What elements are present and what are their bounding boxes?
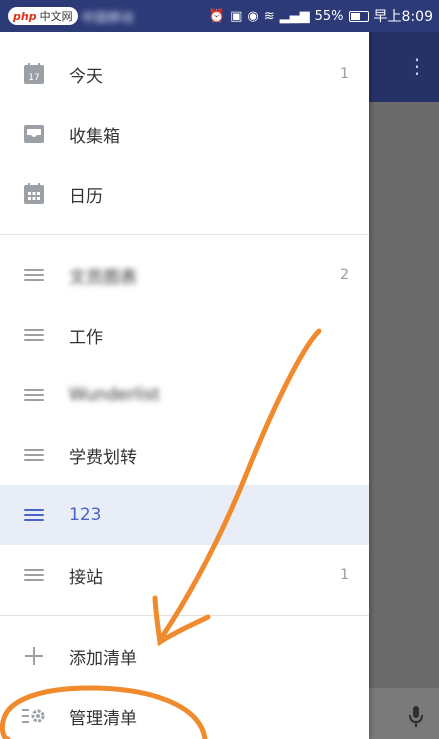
eye-icon: ◉ bbox=[247, 8, 259, 24]
status-bar: php 中文网 中国移动 ⏰ ▣ ◉ ≋ ▂▄▆ 55% 早上8:09 bbox=[0, 0, 439, 32]
add-list-label: 添加清单 bbox=[69, 648, 137, 669]
status-right: ⏰ ▣ ◉ ≋ ▂▄▆ 55% 早上8:09 bbox=[209, 6, 433, 26]
list-item-label: 学费划转 bbox=[69, 447, 137, 468]
drawer-item-label: 日历 bbox=[69, 186, 103, 207]
overflow-menu-icon[interactable]: ⋮ bbox=[407, 56, 427, 76]
list-lines-icon bbox=[22, 263, 46, 287]
inbox-icon bbox=[22, 122, 46, 146]
item-count: 1 bbox=[340, 567, 349, 583]
hd-icon: ▣ bbox=[230, 8, 243, 24]
clock: 早上8:09 bbox=[373, 9, 433, 25]
alarm-icon: ⏰ bbox=[208, 8, 226, 24]
drawer-item-label: 今天 bbox=[69, 66, 103, 87]
item-count: 1 bbox=[340, 66, 349, 82]
drawer-item-label: 收集箱 bbox=[69, 126, 120, 147]
divider bbox=[0, 234, 369, 235]
list-item-pickup[interactable]: 接站 1 bbox=[0, 545, 369, 605]
carrier-name: 中国移动 bbox=[81, 10, 134, 26]
drawer-item-inbox[interactable]: 收集箱 bbox=[0, 104, 369, 164]
manage-list-icon bbox=[22, 704, 46, 728]
wifi-icon: ≋ bbox=[263, 8, 275, 24]
watermark-php: php bbox=[13, 9, 37, 23]
divider bbox=[0, 615, 369, 616]
add-list-button[interactable]: 添加清单 bbox=[0, 626, 369, 686]
drawer-item-calendar[interactable]: 日历 bbox=[0, 164, 369, 224]
battery-icon bbox=[348, 10, 369, 22]
status-left: php 中文网 中国移动 bbox=[8, 7, 134, 26]
list-lines-icon bbox=[22, 323, 46, 347]
plus-icon bbox=[22, 644, 46, 668]
screen: php 中文网 中国移动 ⏰ ▣ ◉ ≋ ▂▄▆ 55% 早上8:09 ⋮ 17… bbox=[0, 0, 439, 739]
list-item-label: 接站 bbox=[69, 567, 103, 588]
input-bar bbox=[369, 688, 439, 739]
item-count: 2 bbox=[340, 267, 349, 283]
watermark-cn: 中文网 bbox=[39, 10, 73, 23]
list-item-label: Wunderlist bbox=[69, 385, 160, 405]
list-lines-icon bbox=[22, 503, 46, 527]
drawer-item-today[interactable]: 17 今天 1 bbox=[0, 44, 369, 104]
calendar-17-icon: 17 bbox=[22, 62, 46, 86]
battery-percent: 55% bbox=[314, 8, 344, 24]
manage-lists-button[interactable]: 管理清单 bbox=[0, 686, 369, 739]
list-lines-icon bbox=[22, 443, 46, 467]
svg-text:17: 17 bbox=[28, 73, 39, 83]
list-item-label: 文员图表 bbox=[69, 267, 137, 288]
list-item-tuition[interactable]: 学费划转 bbox=[0, 425, 369, 485]
microphone-icon[interactable] bbox=[409, 706, 423, 728]
calendar-grid-icon bbox=[22, 182, 46, 206]
signal-icon: ▂▄▆ bbox=[279, 8, 310, 24]
site-watermark: php 中文网 bbox=[8, 7, 78, 25]
list-item-123[interactable]: 123 bbox=[0, 485, 369, 545]
list-item-label: 123 bbox=[69, 505, 102, 525]
navigation-drawer: 17 今天 1 收集箱 日历 文员图表 2 工作 Wunderlist 学费划转… bbox=[0, 32, 369, 739]
list-item-wunderlist[interactable]: Wunderlist bbox=[0, 365, 369, 425]
list-lines-icon bbox=[22, 383, 46, 407]
list-lines-icon bbox=[22, 563, 46, 587]
manage-lists-label: 管理清单 bbox=[69, 708, 137, 729]
list-item-chart[interactable]: 文员图表 2 bbox=[0, 245, 369, 305]
list-item-label: 工作 bbox=[69, 327, 103, 348]
list-item-work[interactable]: 工作 bbox=[0, 305, 369, 365]
